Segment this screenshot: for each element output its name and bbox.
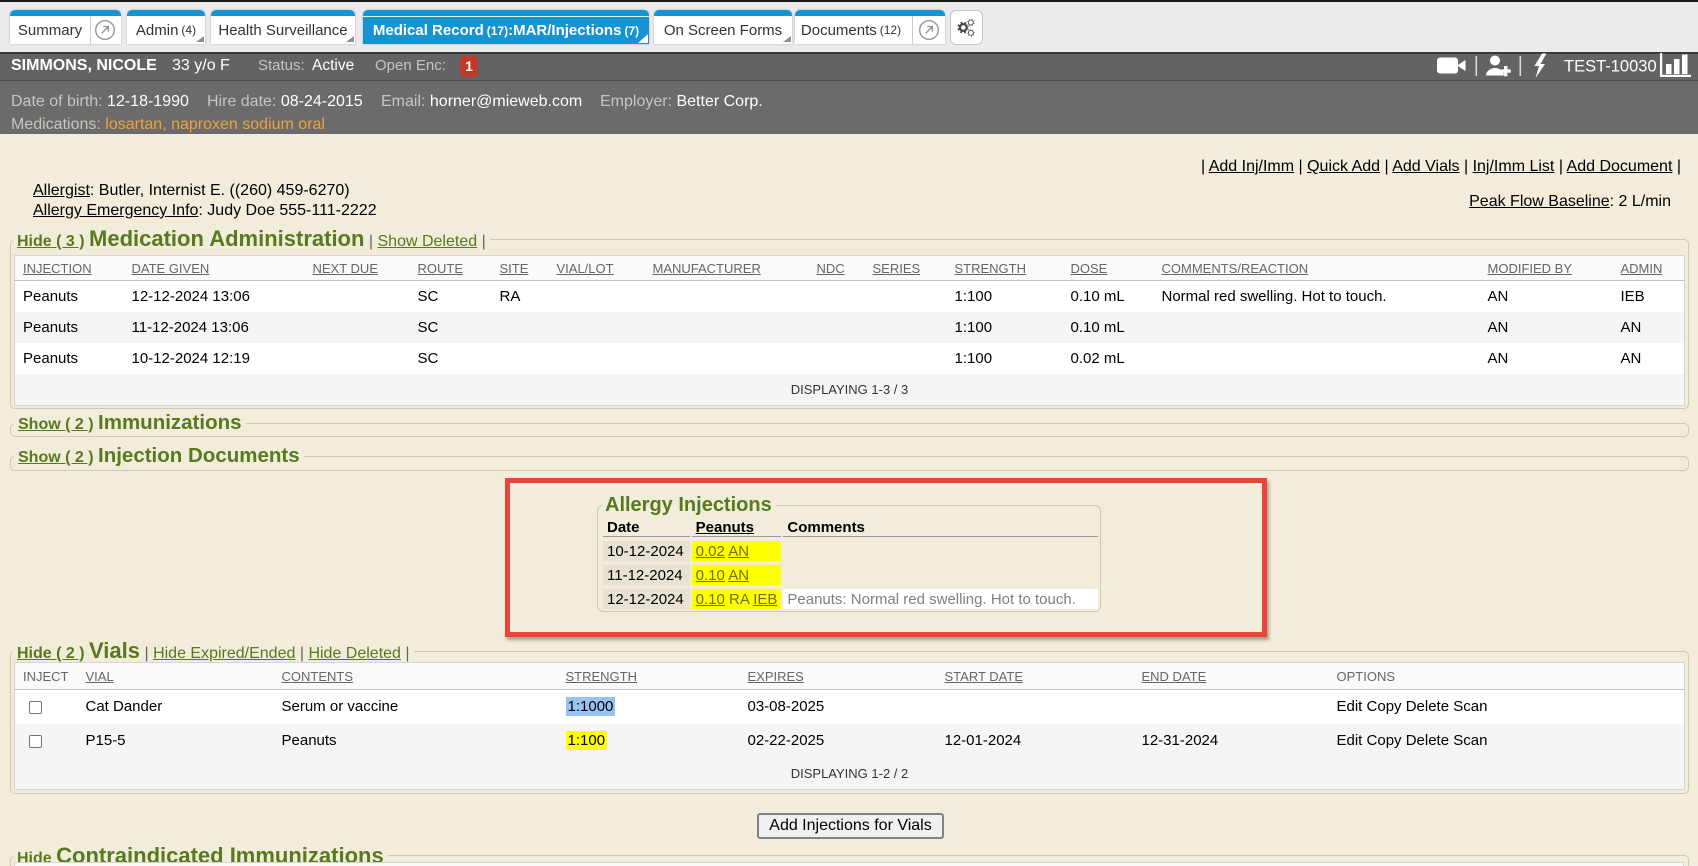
svg-text:TEST-10030: TEST-10030 [1564,58,1657,76]
